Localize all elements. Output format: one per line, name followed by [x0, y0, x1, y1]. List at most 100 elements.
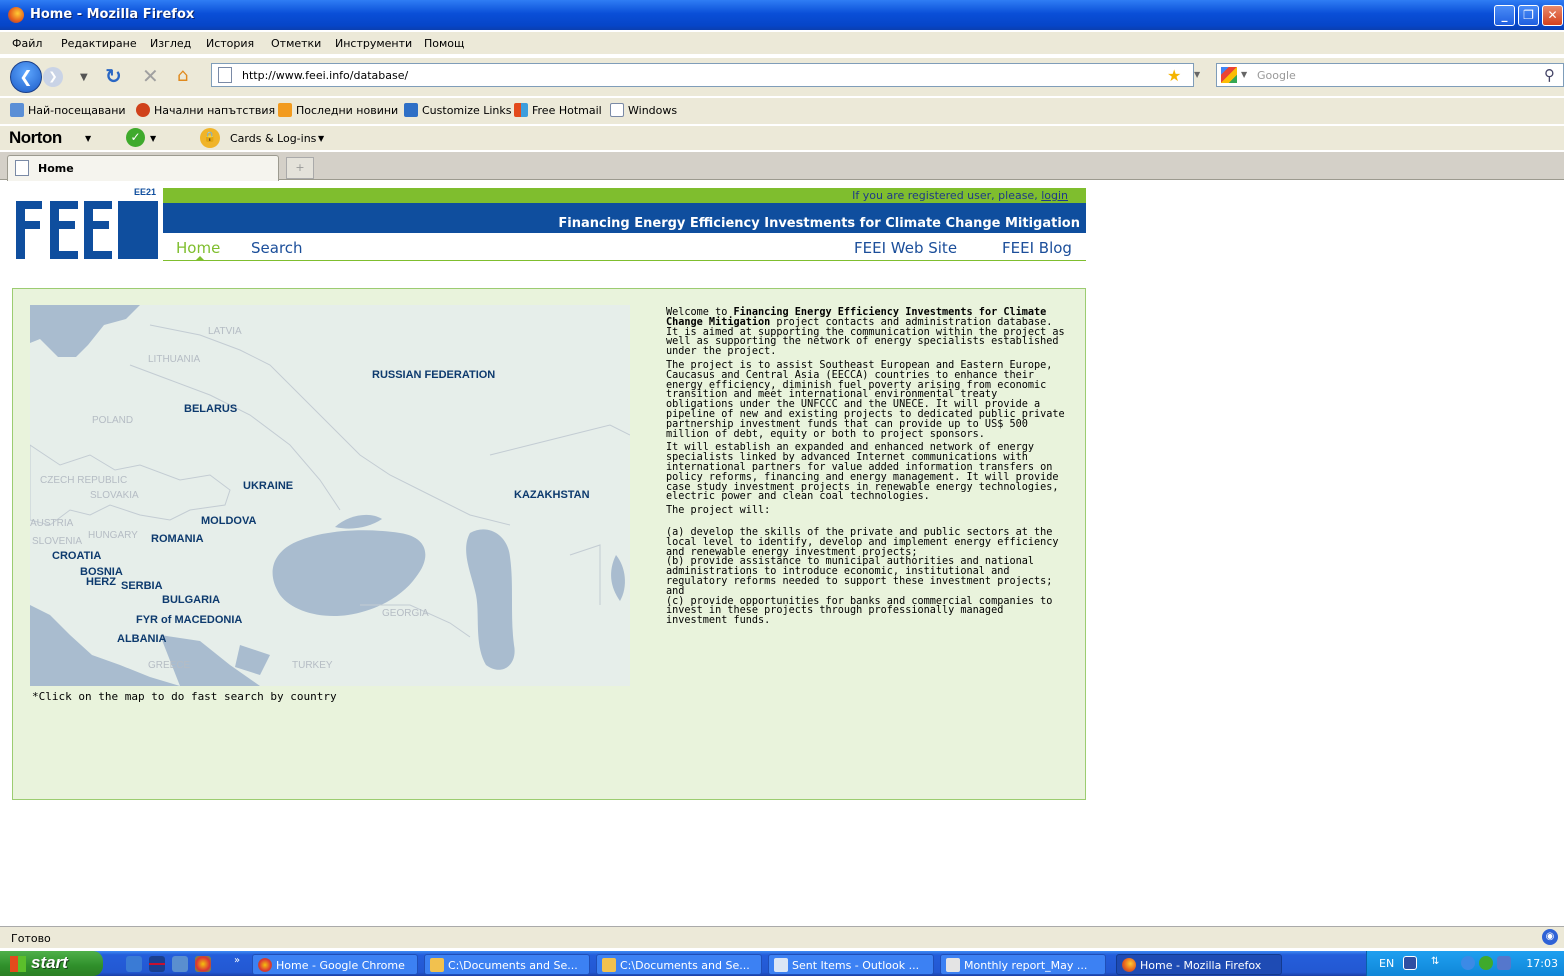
site-tagline: Financing Energy Efficiency Investments … — [558, 216, 1080, 231]
back-button[interactable]: ❮ — [10, 61, 42, 93]
norton-tray-icon[interactable] — [1479, 956, 1493, 970]
menu-tools[interactable]: Инструменти — [335, 37, 412, 50]
search-box[interactable]: ▼ Google ⚲ — [1216, 63, 1564, 87]
map-label-fyr-macedonia[interactable]: FYR of MACEDONIA — [136, 615, 242, 626]
tray-app-icon[interactable] — [1461, 956, 1475, 970]
menu-edit[interactable]: Редактиране — [61, 37, 137, 50]
map-label-latvia[interactable]: LATVIA — [208, 327, 242, 337]
cards-logins[interactable]: Cards & Log-ins — [230, 132, 316, 145]
map-label-croatia[interactable]: CROATIA — [52, 551, 101, 562]
map-label-slovenia[interactable]: SLOVENIA — [32, 537, 82, 547]
map-label-austria[interactable]: AUSTRIA — [30, 519, 73, 529]
nav-divider — [163, 260, 1086, 261]
language-indicator[interactable]: EN — [1379, 957, 1394, 970]
menu-history[interactable]: История — [206, 37, 254, 50]
welcome-paragraph: Welcome to Financing Energy Efficiency I… — [666, 307, 1065, 358]
task-folder-2[interactable]: C:\Documents and Se... — [596, 954, 762, 975]
map-label-slovakia[interactable]: SLOVAKIA — [90, 491, 139, 501]
safe-dropdown-icon[interactable]: ▼ — [150, 134, 156, 143]
map-label-georgia[interactable]: GEORGIA — [382, 609, 429, 619]
start-label: start — [31, 953, 68, 972]
globe-icon[interactable]: ◉ — [1542, 929, 1558, 945]
minimize-button[interactable]: _ — [1494, 5, 1515, 26]
bookmark-getting-started[interactable]: Начални напътствия — [154, 104, 275, 117]
tab-home[interactable]: Home — [7, 155, 279, 181]
url-dropdown-icon[interactable]: ▼ — [1194, 70, 1200, 79]
task-firefox[interactable]: Home - Mozilla Firefox — [1116, 954, 1282, 975]
page-icon — [610, 103, 624, 117]
bookmark-windows[interactable]: Windows — [628, 104, 677, 117]
stop-icon[interactable]: ✕ — [142, 64, 159, 88]
history-dropdown-icon[interactable]: ▼ — [80, 66, 88, 90]
outlook-icon — [774, 958, 788, 972]
task-folder-1[interactable]: C:\Documents and Se... — [424, 954, 590, 975]
task-outlook[interactable]: Sent Items - Outlook ... — [768, 954, 934, 975]
project-goal-b: (b) provide assistance to municipal auth… — [666, 556, 1053, 597]
menu-view[interactable]: Изглед — [150, 37, 191, 50]
feei-logo[interactable]: EE21 — [12, 187, 160, 261]
task-powerpoint[interactable]: Monthly report_May ... — [940, 954, 1106, 975]
login-link[interactable]: login — [1041, 189, 1068, 202]
home-icon[interactable]: ⌂ — [177, 64, 188, 88]
task-chrome[interactable]: Home - Google Chrome — [252, 954, 418, 975]
new-tab-button[interactable]: + — [286, 157, 314, 179]
map-label-bulgaria[interactable]: BULGARIA — [162, 595, 220, 606]
ie-icon[interactable] — [126, 956, 142, 972]
network-icon[interactable]: ⇅ — [1431, 956, 1445, 970]
nav-feei-blog[interactable]: FEEI Blog — [1002, 239, 1072, 257]
bookmark-customize-links[interactable]: Customize Links — [422, 104, 512, 117]
google-icon[interactable] — [1221, 67, 1237, 83]
cards-dropdown-icon[interactable]: ▼ — [318, 134, 324, 143]
search-engine-dropdown-icon[interactable]: ▼ — [1241, 70, 1247, 79]
map-label-moldova[interactable]: MOLDOVA — [201, 516, 256, 527]
nav-search[interactable]: Search — [251, 239, 303, 257]
search-icon[interactable]: ⚲ — [1544, 66, 1555, 84]
show-desktop-icon[interactable] — [172, 956, 188, 972]
maximize-button[interactable]: ❐ — [1518, 5, 1539, 26]
start-button[interactable]: start — [0, 951, 103, 976]
map-label-romania[interactable]: ROMANIA — [151, 534, 204, 545]
quicklaunch-more-icon[interactable]: » — [234, 955, 240, 966]
status-text: Готово — [11, 932, 51, 945]
map-label-herz[interactable]: HERZ — [86, 577, 116, 588]
map-label-serbia[interactable]: SERBIA — [121, 581, 163, 592]
map-label-russian-federation[interactable]: RUSSIAN FEDERATION — [372, 370, 495, 381]
url-text[interactable]: http://www.feei.info/database/ — [242, 69, 408, 82]
bookmark-star-icon[interactable]: ★ — [1167, 66, 1181, 85]
uk-flag-icon[interactable] — [149, 956, 165, 972]
country-map[interactable]: LATVIA LITHUANIA POLAND CZECH REPUBLIC S… — [30, 305, 630, 686]
bookmark-latest-headlines[interactable]: Последни новини — [296, 104, 398, 117]
map-label-hungary[interactable]: HUNGARY — [88, 531, 138, 541]
bookmark-most-visited[interactable]: Най-посещавани — [28, 104, 126, 117]
map-label-ukraine[interactable]: UKRAINE — [243, 481, 293, 492]
nav-feei-website[interactable]: FEEI Web Site — [854, 239, 957, 257]
folder-icon — [602, 958, 616, 972]
reload-icon[interactable]: ↻ — [105, 64, 122, 88]
close-button[interactable]: ✕ — [1542, 5, 1563, 26]
map-label-kazakhstan[interactable]: KAZAKHSTAN — [514, 490, 590, 501]
norton-logo[interactable]: Norton — [9, 128, 62, 148]
url-bar[interactable]: http://www.feei.info/database/ — [211, 63, 1194, 87]
powerpoint-icon — [946, 958, 960, 972]
help-icon[interactable] — [1403, 956, 1417, 970]
menu-file[interactable]: Файл — [12, 37, 42, 50]
bookmark-free-hotmail[interactable]: Free Hotmail — [532, 104, 602, 117]
menu-bookmarks[interactable]: Отметки — [271, 37, 321, 50]
forward-button[interactable]: ❯ — [43, 67, 63, 87]
map-label-turkey[interactable]: TURKEY — [292, 661, 333, 671]
nav-home[interactable]: Home — [176, 239, 220, 257]
map-label-albania[interactable]: ALBANIA — [117, 634, 167, 645]
map-label-belarus[interactable]: BELARUS — [184, 404, 237, 415]
map-label-greece[interactable]: GREECE — [148, 661, 190, 671]
map-label-poland[interactable]: POLAND — [92, 416, 133, 426]
menu-help[interactable]: Помощ — [424, 37, 464, 50]
norton-safe-icon[interactable]: ✓ — [126, 128, 145, 147]
tray-app-icon-2[interactable] — [1497, 956, 1511, 970]
welcome-paragraph-3: It will establish an expanded and enhanc… — [666, 442, 1059, 503]
norton-dropdown-icon[interactable]: ▼ — [85, 134, 91, 143]
lock-icon[interactable]: 🔒 — [200, 128, 220, 148]
project-goal-a: (a) develop the skills of the private an… — [666, 526, 1059, 558]
chrome-icon[interactable] — [195, 956, 211, 972]
map-label-lithuania[interactable]: LITHUANIA — [148, 355, 200, 365]
map-label-czech-republic[interactable]: CZECH REPUBLIC — [40, 476, 127, 486]
